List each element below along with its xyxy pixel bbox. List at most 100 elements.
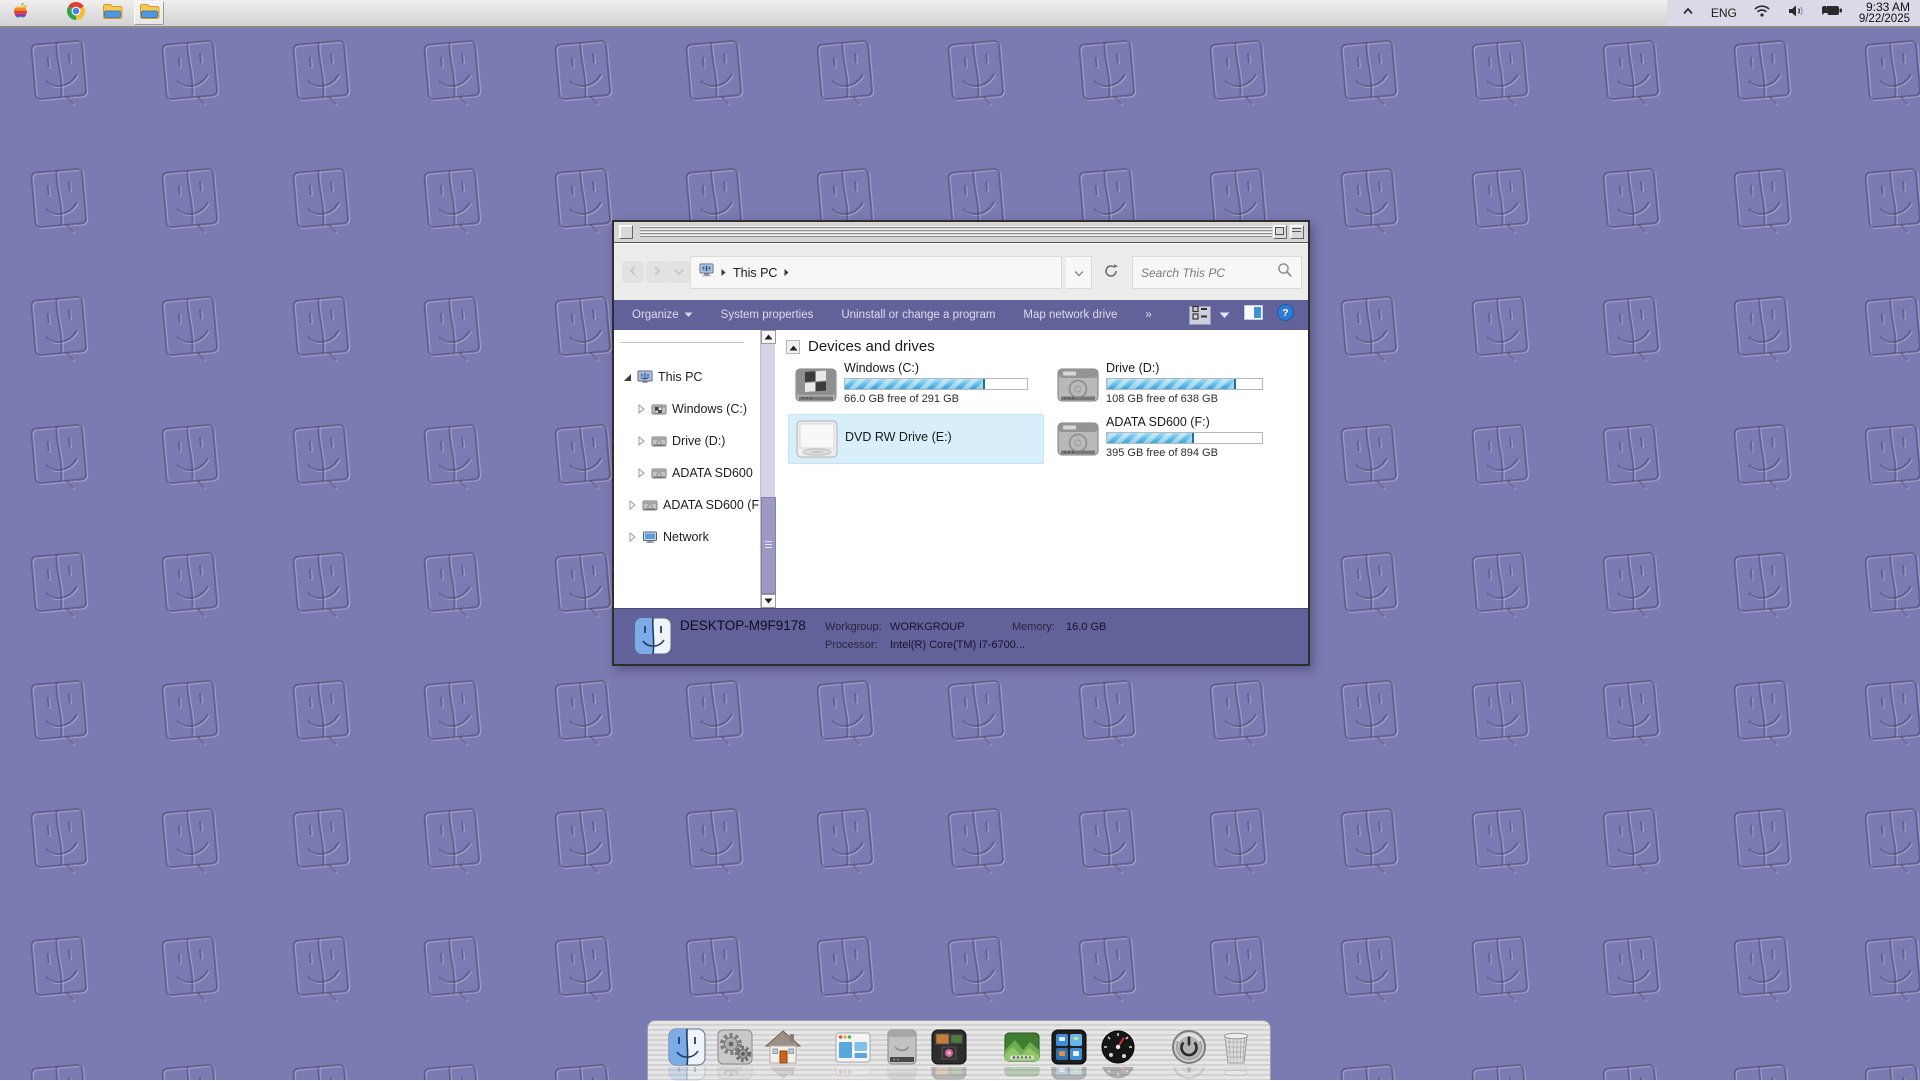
breadcrumb-arrow-icon[interactable] <box>783 264 790 282</box>
folder-button[interactable] <box>96 1 128 25</box>
expand-twisty-icon[interactable] <box>636 436 646 446</box>
dock-item-home[interactable] <box>764 1028 802 1080</box>
back-button[interactable] <box>622 261 644 283</box>
dock-item-finder[interactable] <box>668 1028 706 1080</box>
section-header: Devices and drives <box>786 338 935 355</box>
sidebar-item-network[interactable]: Network <box>627 525 709 549</box>
finder-logo-watermark <box>413 417 491 495</box>
finder-logo-watermark <box>151 673 229 751</box>
tree-hdd-icon <box>642 498 658 512</box>
windowshade-box[interactable] <box>1290 225 1304 239</box>
free-space-text: 108 GB free of 638 GB <box>1106 393 1306 405</box>
dock-item-finder-window[interactable] <box>834 1028 872 1080</box>
finder-logo-watermark <box>282 1057 360 1080</box>
expand-twisty-icon[interactable] <box>636 468 646 478</box>
address-dropdown-button[interactable] <box>1066 256 1092 289</box>
battery-icon[interactable] <box>1821 4 1843 22</box>
finder-logo-watermark <box>151 929 229 1007</box>
navigation-tree: This PC Windows (C:) Drive (D:) ADATA SD600… <box>614 330 760 608</box>
tray-chevron-up-icon[interactable] <box>1681 4 1695 22</box>
dock-item-launchpad[interactable] <box>1050 1028 1088 1080</box>
address-bar[interactable]: This PC <box>690 256 1062 289</box>
collapse-section-button[interactable] <box>786 340 800 354</box>
sidebar-item-adata-sd600[interactable]: ADATA SD600 <box>636 461 753 485</box>
dock-item-photos[interactable] <box>930 1028 968 1080</box>
finder-logo-watermark <box>1330 545 1408 623</box>
expand-twisty-icon[interactable] <box>627 500 637 510</box>
toolbar-item-[interactable]: » <box>1131 300 1165 330</box>
finder-logo-watermark <box>1854 801 1920 879</box>
finder-logo-watermark <box>1592 801 1670 879</box>
finder-logo-watermark <box>1854 161 1920 239</box>
section-title[interactable]: Devices and drives <box>808 338 935 355</box>
refresh-button[interactable] <box>1100 262 1122 284</box>
hard-drive-icon <box>788 360 844 410</box>
finder-logo-watermark <box>937 33 1015 111</box>
tree-network-icon <box>642 530 658 544</box>
toolbar-item-system-properties[interactable]: System properties <box>707 300 828 330</box>
search-input[interactable]: Search This PC <box>1132 256 1302 289</box>
scroll-up-button[interactable] <box>761 330 776 344</box>
finder-logo-watermark <box>1854 673 1920 751</box>
finder-logo-watermark <box>151 33 229 111</box>
dock-item-desktop[interactable] <box>1003 1028 1041 1080</box>
close-box[interactable] <box>619 225 633 239</box>
finder-logo-watermark <box>1199 33 1277 111</box>
scrollbar-thumb[interactable] <box>761 497 776 594</box>
wifi-icon[interactable] <box>1753 4 1771 23</box>
drive-tile-windows-c[interactable]: Windows (C:)66.0 GB free of 291 GB <box>788 360 1044 410</box>
sidebar-item-label: Network <box>663 530 709 544</box>
menu-bar: ENG 9:33 AM 9/22/2025 <box>0 0 1920 28</box>
chrome-button[interactable] <box>58 1 94 25</box>
finder-logo-watermark <box>1068 33 1146 111</box>
view-dropdown-button[interactable] <box>1219 306 1230 324</box>
dock-item-dashboard[interactable] <box>1099 1028 1137 1080</box>
dock-item-system-settings[interactable] <box>716 1028 754 1080</box>
dock-item-hard-drive[interactable] <box>883 1028 921 1080</box>
drive-tile-adata-sd600-f[interactable]: ADATA SD600 (F:)395 GB free of 894 GB <box>1050 414 1306 464</box>
collapse-twisty-icon[interactable] <box>622 372 632 382</box>
preview-pane-button[interactable] <box>1244 305 1263 325</box>
drive-tile-drive-d[interactable]: Drive (D:)108 GB free of 638 GB <box>1050 360 1306 410</box>
volume-icon[interactable] <box>1787 4 1805 23</box>
help-button[interactable]: ? <box>1277 304 1294 326</box>
finder-logo-watermark <box>1330 161 1408 239</box>
scroll-down-button[interactable] <box>761 594 776 608</box>
history-dropdown-button[interactable] <box>668 261 690 283</box>
zoom-box[interactable] <box>1273 225 1287 239</box>
sidebar-item-windows-c[interactable]: Windows (C:) <box>636 397 747 421</box>
dock-item-power[interactable] <box>1170 1028 1208 1080</box>
folder-button-active[interactable] <box>134 1 164 25</box>
forward-button[interactable] <box>646 261 668 283</box>
computer-name: DESKTOP-M9F9178 <box>680 618 806 633</box>
workgroup-value: WORKGROUP <box>890 621 965 633</box>
finder-logo-watermark <box>1723 673 1801 751</box>
expand-twisty-icon[interactable] <box>636 404 646 414</box>
vertical-scrollbar[interactable] <box>760 330 775 608</box>
finder-logo-watermark <box>20 545 98 623</box>
finder-logo-watermark <box>1461 545 1539 623</box>
view-options-button[interactable] <box>1189 306 1211 325</box>
toolbar-item-uninstall-or-change-a-program[interactable]: Uninstall or change a program <box>827 300 1009 330</box>
photos-icon <box>930 1028 968 1066</box>
breadcrumb-arrow-icon[interactable] <box>720 264 727 282</box>
sidebar-item-this-pc[interactable]: This PC <box>622 365 702 389</box>
sidebar-item-drive-d[interactable]: Drive (D:) <box>636 429 725 453</box>
clock[interactable]: 9:33 AM 9/22/2025 <box>1859 1 1910 25</box>
window-titlebar[interactable] <box>614 222 1308 243</box>
dock-reflection <box>668 1067 706 1081</box>
sidebar-item-adata-sd600-f[interactable]: ADATA SD600 (F <box>627 493 759 517</box>
apple-menu[interactable] <box>0 1 40 25</box>
finder-logo-watermark <box>20 289 98 367</box>
dock-item-trash[interactable] <box>1217 1028 1255 1080</box>
finder-logo-watermark <box>1592 161 1670 239</box>
folder-icon <box>139 2 160 24</box>
language-indicator[interactable]: ENG <box>1711 6 1737 20</box>
finder-logo-watermark <box>1199 673 1277 751</box>
breadcrumb-location[interactable]: This PC <box>733 266 777 280</box>
toolbar-item-organize[interactable]: Organize <box>614 300 707 330</box>
chevron-down-icon <box>1074 264 1084 282</box>
drive-tile-dvd-rw-drive-e[interactable]: DVD RW Drive (E:) <box>788 414 1044 464</box>
toolbar-item-map-network-drive[interactable]: Map network drive <box>1009 300 1131 330</box>
expand-twisty-icon[interactable] <box>627 532 637 542</box>
